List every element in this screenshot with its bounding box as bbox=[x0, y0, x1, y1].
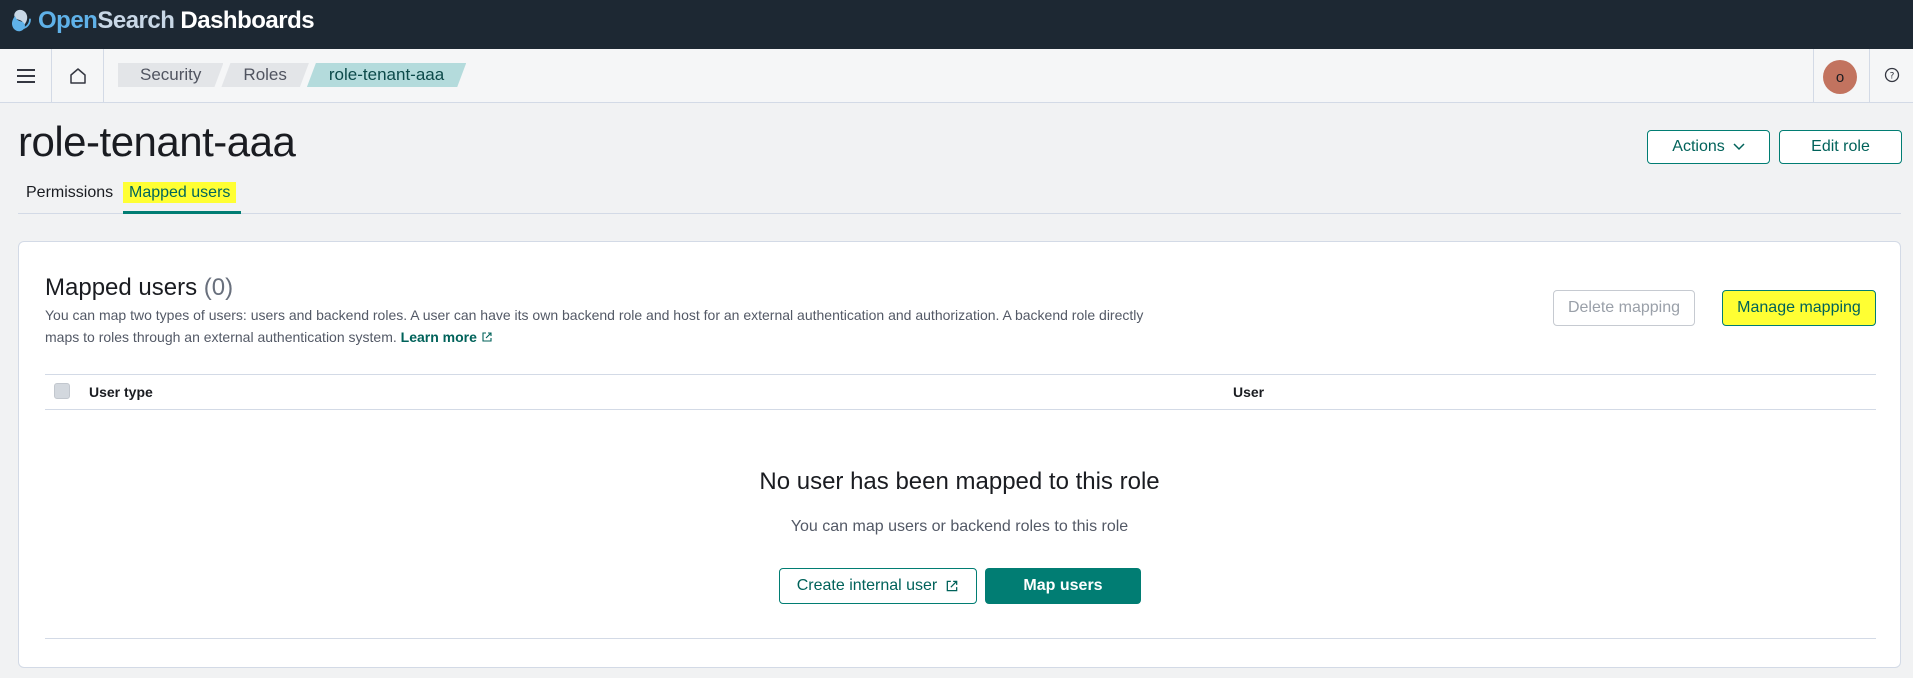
edit-role-button-label: Edit role bbox=[1811, 138, 1870, 155]
tab-permissions[interactable]: Permissions bbox=[26, 178, 113, 214]
actions-button-label: Actions bbox=[1672, 138, 1725, 155]
header-divider bbox=[1813, 49, 1814, 102]
tab-mapped-users-label: Mapped users bbox=[123, 182, 237, 203]
chevron-down-icon bbox=[1733, 143, 1745, 151]
mapped-users-count: (0) bbox=[203, 274, 234, 301]
breadcrumb-bar: Security Roles role-tenant-aaa o ? bbox=[0, 49, 1913, 103]
actions-button[interactable]: Actions bbox=[1647, 130, 1770, 164]
create-internal-user-button[interactable]: Create internal user bbox=[779, 568, 977, 604]
create-internal-user-label: Create internal user bbox=[796, 577, 938, 594]
learn-more-label: Learn more bbox=[400, 329, 477, 345]
column-header-user-type[interactable]: User type bbox=[89, 374, 153, 410]
breadcrumb-security[interactable]: Security bbox=[118, 63, 223, 87]
panel-description: You can map two types of users: users an… bbox=[45, 304, 1155, 348]
map-users-button[interactable]: Map users bbox=[985, 568, 1141, 604]
page-title: role-tenant-aaa bbox=[18, 118, 296, 165]
panel-title: Mapped users (0) bbox=[45, 274, 233, 302]
role-tabs: Permissions Mapped users bbox=[18, 178, 1901, 214]
opensearch-logo[interactable]: OpenSearch Dashboards bbox=[10, 7, 315, 35]
delete-mapping-button[interactable]: Delete mapping bbox=[1553, 290, 1695, 326]
home-icon bbox=[69, 67, 86, 84]
svg-text:?: ? bbox=[1890, 72, 1895, 82]
column-header-user[interactable]: User bbox=[1233, 374, 1264, 410]
select-all-checkbox[interactable] bbox=[54, 383, 70, 399]
tab-permissions-label: Permissions bbox=[26, 184, 114, 201]
help-icon[interactable]: ? bbox=[1883, 66, 1901, 84]
manage-mapping-button[interactable]: Manage mapping bbox=[1722, 290, 1876, 326]
top-header: OpenSearch Dashboards bbox=[0, 0, 1913, 49]
hamburger-menu-icon bbox=[16, 68, 35, 83]
panel-description-text: You can map two types of users: users an… bbox=[45, 307, 1144, 345]
learn-more-link[interactable]: Learn more bbox=[401, 329, 493, 345]
mapped-users-panel: Mapped users (0) You can map two types o… bbox=[18, 241, 1901, 668]
edit-role-button[interactable]: Edit role bbox=[1779, 130, 1902, 164]
tab-mapped-users[interactable]: Mapped users bbox=[123, 178, 241, 214]
breadcrumb-roles[interactable]: Roles bbox=[221, 63, 308, 87]
logo-text-open: Open bbox=[38, 7, 98, 34]
empty-state-subtitle: You can map users or backend roles to th… bbox=[790, 518, 1129, 535]
logo-text-dashboards: Dashboards bbox=[180, 7, 315, 34]
avatar[interactable]: o bbox=[1823, 60, 1857, 94]
empty-state-title: No user has been mapped to this role bbox=[759, 468, 1160, 495]
breadcrumb: Security Roles role-tenant-aaa bbox=[118, 63, 464, 87]
menu-button[interactable] bbox=[0, 49, 52, 102]
table-header: User type User bbox=[45, 374, 1876, 410]
home-button[interactable] bbox=[52, 49, 104, 102]
header-divider bbox=[1869, 49, 1870, 102]
panel-title-text: Mapped users bbox=[45, 274, 198, 301]
breadcrumb-current-role: role-tenant-aaa bbox=[307, 63, 466, 87]
external-link-icon bbox=[946, 580, 958, 592]
logo-text-search: Search bbox=[97, 7, 175, 34]
opensearch-logo-icon bbox=[12, 9, 31, 32]
external-link-icon bbox=[482, 332, 492, 342]
table-bottom-divider bbox=[45, 638, 1876, 639]
